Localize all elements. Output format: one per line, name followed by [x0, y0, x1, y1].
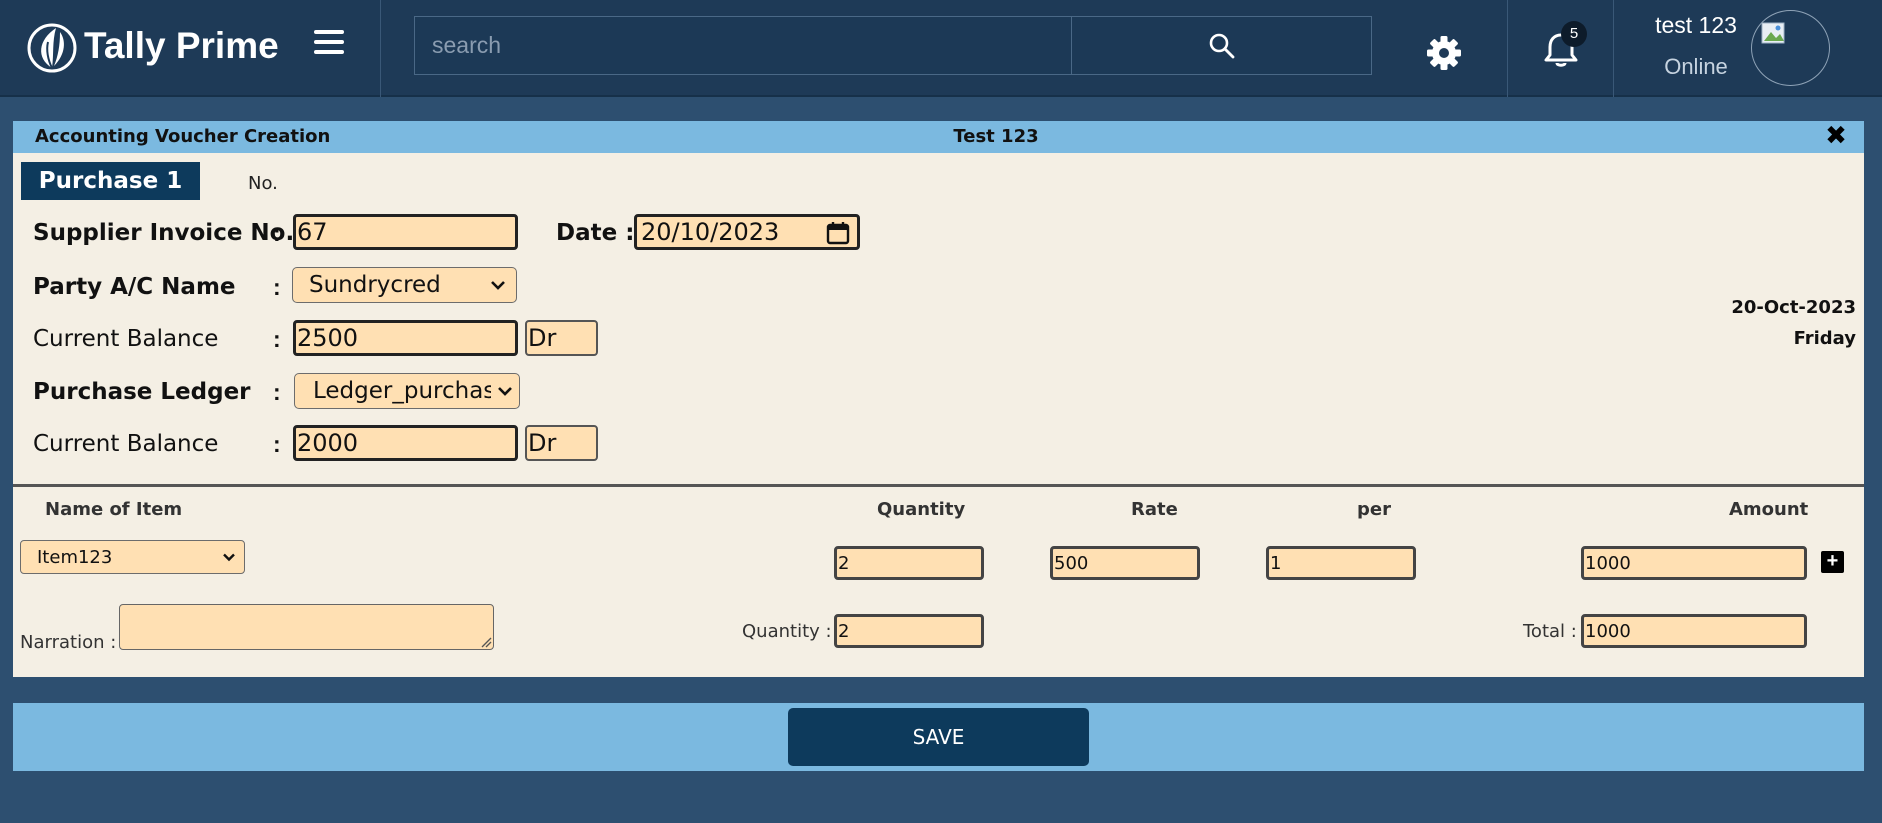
calendar-icon[interactable]	[825, 220, 851, 246]
item-name-value: Item123	[37, 546, 113, 568]
narration-label: Narration :	[20, 632, 117, 653]
notification-count-badge: 5	[1561, 21, 1587, 47]
company-name: Test 123	[953, 126, 1039, 147]
save-bar: SAVE	[13, 703, 1864, 771]
resize-grip-icon[interactable]	[480, 636, 492, 648]
total-quantity-label: Quantity :	[742, 621, 832, 642]
divider	[1613, 0, 1614, 97]
side-date: 20-Oct-2023 Friday	[1731, 292, 1856, 354]
panel-header: Accounting Voucher Creation Test 123 ✖	[13, 121, 1864, 153]
total-amount-label: Total :	[1523, 621, 1577, 642]
date-input[interactable]: 20/10/2023	[634, 214, 860, 250]
search-bar	[414, 16, 1372, 75]
top-navigation-bar: Tally Prime 5	[0, 0, 1882, 97]
side-date-value: 20-Oct-2023	[1731, 297, 1856, 318]
date-value: 20/10/2023	[641, 218, 780, 246]
date-label: Date :	[556, 220, 635, 246]
column-name-of-item: Name of Item	[45, 499, 183, 520]
column-rate: Rate	[1131, 499, 1178, 520]
ledger-balance-input[interactable]	[293, 425, 518, 461]
item-amount-input[interactable]	[1581, 546, 1807, 580]
colon: :	[273, 220, 281, 246]
brand[interactable]: Tally Prime	[26, 18, 279, 74]
hamburger-menu-icon[interactable]	[314, 30, 346, 58]
divider	[380, 0, 381, 97]
total-quantity-input[interactable]	[834, 614, 984, 648]
save-button[interactable]: SAVE	[788, 708, 1089, 766]
gear-icon[interactable]	[1425, 34, 1463, 72]
leaf-logo-icon	[27, 23, 77, 73]
avatar-broken-image-icon	[1761, 22, 1785, 44]
total-amount-input[interactable]	[1581, 614, 1807, 648]
colon: :	[273, 379, 281, 405]
section-divider	[13, 484, 1864, 487]
supplier-invoice-label: Supplier Invoice No.	[33, 220, 295, 246]
divider	[1507, 0, 1508, 97]
search-input[interactable]	[415, 17, 1072, 74]
item-per-input[interactable]	[1266, 546, 1416, 580]
purchase-ledger-select[interactable]: Ledger_purchas­	[294, 373, 520, 409]
colon: :	[273, 326, 281, 352]
colon: :	[273, 274, 281, 300]
chevron-down-icon	[491, 281, 505, 290]
avatar[interactable]	[1751, 10, 1830, 86]
voucher-number-label: No.	[248, 173, 278, 194]
user-status: Online	[1664, 54, 1728, 79]
party-balance-type-input[interactable]	[525, 320, 598, 356]
colon: :	[273, 431, 281, 457]
purchase-ledger-value: Ledger_purchas­	[313, 378, 491, 404]
item-rate-input[interactable]	[1050, 546, 1200, 580]
narration-textarea[interactable]	[119, 604, 494, 650]
search-icon	[1209, 33, 1234, 58]
chevron-down-icon	[498, 387, 512, 396]
close-icon[interactable]: ✖	[1823, 123, 1849, 149]
party-name-select[interactable]: Sundrycred	[292, 267, 517, 303]
party-name-value: Sundrycred	[309, 272, 441, 298]
supplier-invoice-input[interactable]	[293, 214, 518, 250]
side-day-value: Friday	[1793, 328, 1856, 349]
party-name-label: Party A/C Name	[33, 274, 236, 300]
party-balance-label: Current Balance	[33, 326, 219, 352]
ledger-balance-label: Current Balance	[33, 431, 219, 457]
column-amount: Amount	[1729, 499, 1809, 520]
item-name-select[interactable]: Item123	[20, 540, 245, 574]
party-balance-input[interactable]	[293, 320, 518, 356]
ledger-balance-type-input[interactable]	[525, 425, 598, 461]
purchase-ledger-label: Purchase Ledger	[33, 379, 251, 405]
brand-name: Tally Prime	[84, 25, 279, 66]
column-quantity: Quantity	[877, 499, 966, 520]
chevron-down-icon	[223, 553, 235, 562]
search-button[interactable]	[1072, 17, 1371, 74]
column-per: per	[1357, 499, 1391, 520]
voucher-type-tab[interactable]: Purchase 1	[21, 162, 200, 200]
add-item-button[interactable]: +	[1821, 551, 1844, 573]
voucher-panel: Accounting Voucher Creation Test 123 ✖ P…	[13, 121, 1864, 677]
item-quantity-input[interactable]	[834, 546, 984, 580]
user-name: test 123	[1655, 12, 1737, 38]
